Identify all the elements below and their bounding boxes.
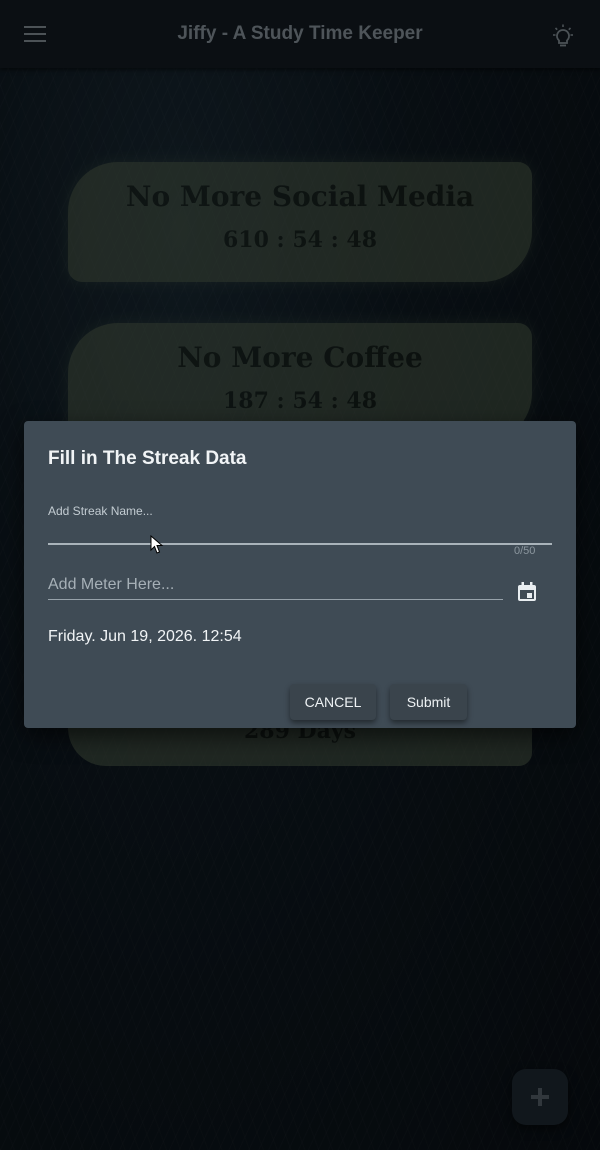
calendar-icon[interactable]: [516, 581, 538, 603]
cancel-button[interactable]: CANCEL: [290, 684, 376, 720]
mouse-cursor: [150, 535, 164, 554]
selected-date-text: Friday. Jun 19, 2026. 12:54: [48, 628, 242, 645]
character-counter: 0/50: [514, 545, 536, 557]
dialog-title: Fill in The Streak Data: [48, 448, 247, 469]
submit-button[interactable]: Submit: [390, 684, 467, 720]
streak-name-input[interactable]: [48, 517, 552, 545]
streak-name-label: Add Streak Name...: [48, 504, 153, 518]
streak-data-dialog: Fill in The Streak Data Add Streak Name.…: [24, 421, 576, 728]
meter-input[interactable]: [48, 571, 503, 600]
